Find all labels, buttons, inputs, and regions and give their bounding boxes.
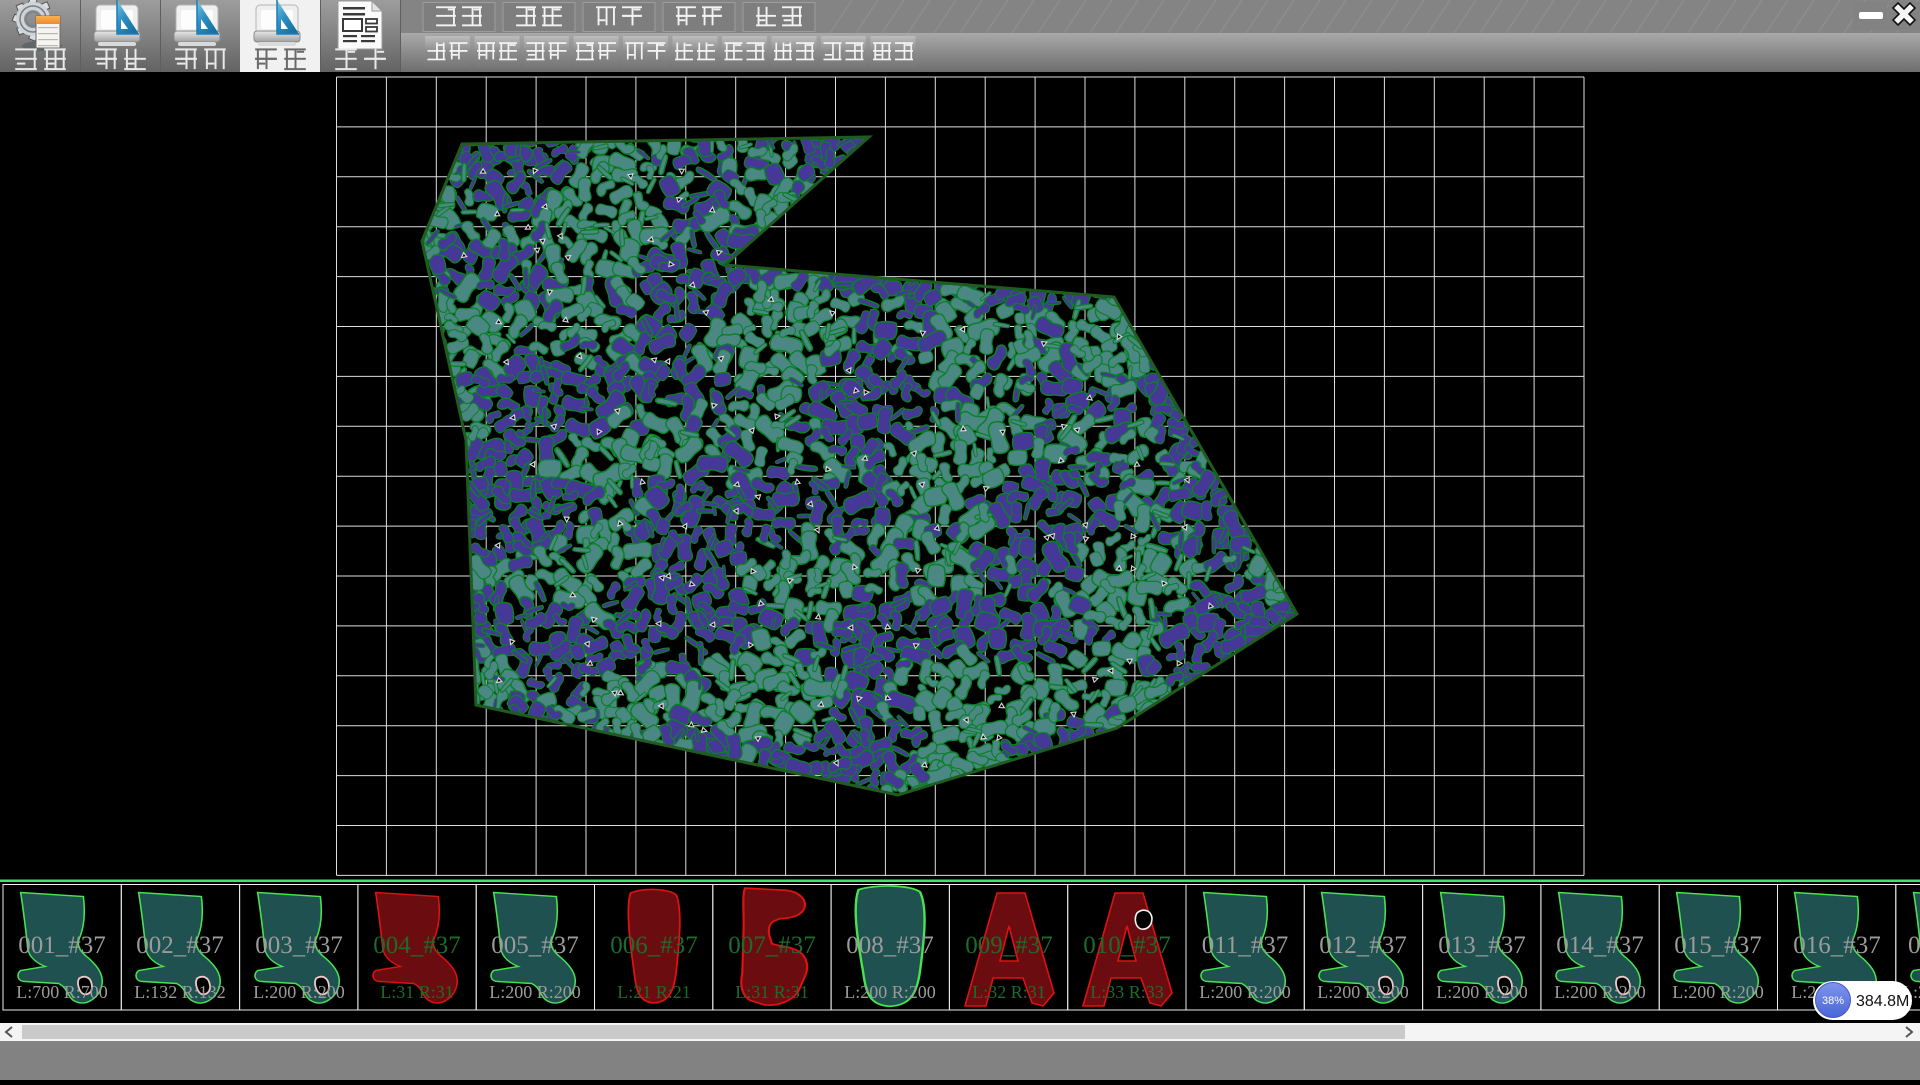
- svg-text:L:200 R:200: L:200 R:200: [1672, 982, 1764, 1002]
- svg-text:384.8M: 384.8M: [1856, 993, 1909, 1010]
- svg-text:003_#37: 003_#37: [255, 932, 343, 959]
- svg-text:009_#37: 009_#37: [965, 932, 1053, 959]
- svg-text:013_#37: 013_#37: [1438, 932, 1526, 959]
- svg-text:L:200 R:200: L:200 R:200: [253, 982, 345, 1002]
- svg-text:011_#37: 011_#37: [1202, 932, 1289, 959]
- svg-text:L:132 R:132: L:132 R:132: [134, 982, 226, 1002]
- svg-text:008_#37: 008_#37: [846, 932, 934, 959]
- svg-text:002_#37: 002_#37: [136, 932, 224, 959]
- svg-text:L:31 R:31: L:31 R:31: [380, 982, 454, 1002]
- svg-text:L:200 R:200: L:200 R:200: [1199, 982, 1291, 1002]
- svg-text:01: 01: [1908, 932, 1920, 959]
- svg-text:001_#37: 001_#37: [18, 932, 106, 959]
- svg-text:014_#37: 014_#37: [1556, 932, 1644, 959]
- svg-text:38%: 38%: [1822, 995, 1844, 1007]
- svg-text:004_#37: 004_#37: [373, 932, 461, 959]
- svg-text:L:200 R:200: L:200 R:200: [1554, 982, 1646, 1002]
- svg-text:L:31 R:31: L:31 R:31: [735, 982, 809, 1002]
- svg-text:007_#37: 007_#37: [728, 932, 816, 959]
- svg-text:L:21 R:21: L:21 R:21: [617, 982, 691, 1002]
- svg-text:006_#37: 006_#37: [610, 932, 698, 959]
- svg-text:L:700 R:700: L:700 R:700: [16, 982, 108, 1002]
- svg-text:016_#37: 016_#37: [1793, 932, 1881, 959]
- svg-text:L:32 R:31: L:32 R:31: [972, 982, 1046, 1002]
- svg-text:L:200 R:200: L:200 R:200: [1317, 982, 1409, 1002]
- svg-text:L:200 R:200: L:200 R:200: [1436, 982, 1528, 1002]
- svg-text:L:200 R:200: L:200 R:200: [489, 982, 581, 1002]
- svg-text:L:33 R:33: L:33 R:33: [1090, 982, 1164, 1002]
- svg-text:005_#37: 005_#37: [491, 932, 579, 959]
- svg-text:012_#37: 012_#37: [1319, 932, 1407, 959]
- svg-text:015_#37: 015_#37: [1674, 932, 1762, 959]
- svg-text:010_#37: 010_#37: [1083, 932, 1171, 959]
- svg-text:L:200 R:200: L:200 R:200: [844, 982, 936, 1002]
